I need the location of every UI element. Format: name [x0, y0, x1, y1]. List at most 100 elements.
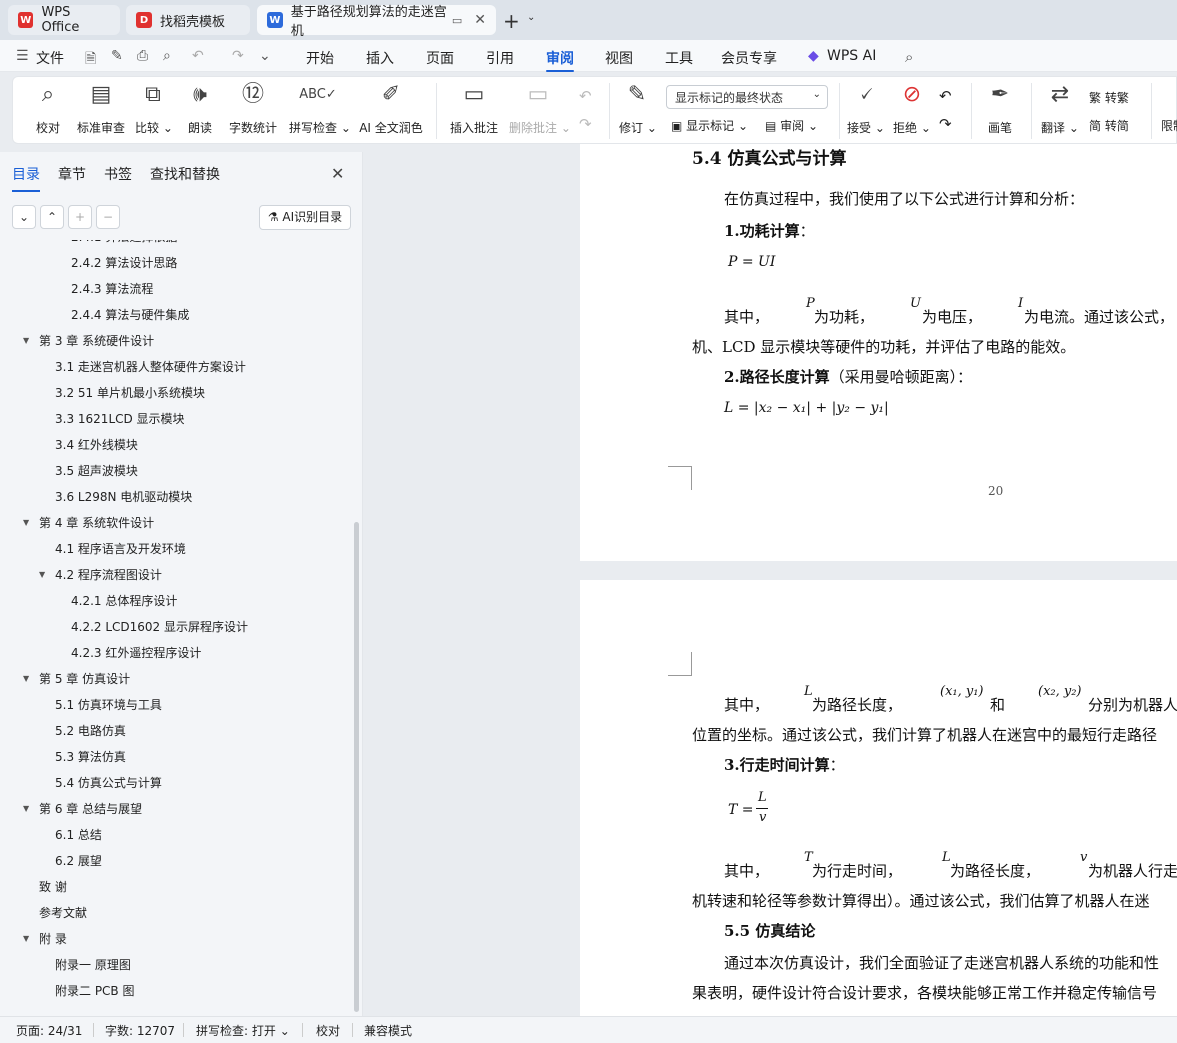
tab-toc[interactable]: 目录 [12, 164, 40, 192]
toc-item[interactable]: ▼ 附 录 [23, 926, 67, 952]
toc-item[interactable]: 附录一 原理图 [55, 952, 131, 978]
ai-polish-button[interactable]: ✐ AI 全文润色 [359, 79, 423, 136]
toc-item[interactable]: 3.5 超声波模块 [55, 458, 138, 484]
toc-item[interactable]: ▼ 第 4 章 系统软件设计 [23, 510, 154, 536]
to-traditional-button[interactable]: 繁 转繁 [1089, 89, 1129, 106]
show-markup-button[interactable]: ▣ 显示标记 ⌄ [671, 117, 748, 134]
toc-item[interactable]: 2.4.4 算法与硬件集成 [71, 302, 189, 328]
toc-item[interactable]: ▼ 第 3 章 系统硬件设计 [23, 328, 154, 354]
toc-item[interactable]: 3.2 51 单片机最小系统模块 [55, 380, 205, 406]
toc-item[interactable]: 3.4 红外线模块 [55, 432, 138, 458]
menu-file[interactable]: 文件 [36, 48, 64, 68]
print-icon[interactable]: ⎙ [137, 48, 148, 64]
prev-change-icon[interactable]: ↶ [939, 87, 952, 105]
compare-button[interactable]: ⧉ 比较 ⌄ [135, 79, 173, 136]
next-comment-icon[interactable]: ↷ [579, 115, 592, 133]
print-preview-icon[interactable]: ⌕ [163, 48, 171, 64]
menu-insert[interactable]: 插入 [366, 48, 394, 68]
chevron-down-icon[interactable]: ⌄ [527, 12, 535, 23]
toc-item[interactable]: 5.3 算法仿真 [55, 744, 126, 770]
expand-triangle-icon[interactable]: ▼ [23, 328, 29, 354]
tab-bookmarks[interactable]: 书签 [104, 164, 132, 184]
remove-heading-button[interactable]: − [96, 205, 120, 229]
pen-button[interactable]: ✒ 画笔 [983, 79, 1017, 136]
chevron-down-icon[interactable]: ⌄ [259, 48, 271, 64]
collapse-all-button[interactable]: ⌃ [40, 205, 64, 229]
undo-icon[interactable]: ↶ [192, 48, 204, 64]
toc-item[interactable]: 3.6 L298N 电机驱动模块 [55, 484, 192, 510]
expand-triangle-icon[interactable]: ▼ [39, 562, 45, 588]
toc-item[interactable]: 2.4.3 算法流程 [71, 276, 153, 302]
spell-check-button[interactable]: ABC✓ 拼写检查 ⌄ [289, 79, 351, 136]
expand-triangle-icon[interactable]: ▼ [23, 796, 29, 822]
expand-triangle-icon[interactable]: ▼ [23, 926, 29, 952]
translate-button[interactable]: ⇄ 翻译 ⌄ [1041, 79, 1079, 136]
standard-review-button[interactable]: ▤ 标准审查 [75, 79, 127, 136]
toc-item[interactable]: 2.4.2 算法设计思路 [71, 250, 177, 276]
redo-icon[interactable]: ↷ [232, 48, 244, 64]
restrict-editing-button[interactable]: 限制 [1161, 117, 1177, 134]
toc-item[interactable]: 4.2.3 红外遥控程序设计 [71, 640, 201, 666]
add-heading-button[interactable]: + [68, 205, 92, 229]
toc-item[interactable]: 6.2 展望 [55, 848, 102, 874]
close-tab-icon[interactable]: ✕ [474, 12, 486, 28]
tab-find-replace[interactable]: 查找和替换 [150, 164, 220, 184]
proofread-button[interactable]: ⌕ 校对 [33, 79, 63, 136]
menu-references[interactable]: 引用 [486, 48, 514, 68]
track-changes-button[interactable]: ✎ 修订 ⌄ [619, 79, 657, 136]
expand-triangle-icon[interactable]: ▼ [23, 510, 29, 536]
scrollbar[interactable] [354, 522, 359, 1012]
tab-docer-templates[interactable]: D 找稻壳模板 [126, 5, 250, 35]
tab-sections[interactable]: 章节 [58, 164, 86, 184]
toc-item[interactable]: 2.4.1 算法选择依据 [71, 240, 177, 250]
accept-button[interactable]: 🗸 接受 ⌄ [847, 79, 885, 136]
close-icon[interactable]: ✕ [331, 164, 344, 183]
menu-view[interactable]: 视图 [605, 48, 633, 68]
reject-button[interactable]: ⊘ 拒绝 ⌄ [893, 79, 931, 136]
expand-all-button[interactable]: ⌄ [12, 205, 36, 229]
toc-item[interactable]: 4.2.2 LCD1602 显示屏程序设计 [71, 614, 248, 640]
expand-triangle-icon[interactable]: ▼ [23, 666, 29, 692]
toc-item[interactable]: 6.1 总结 [55, 822, 102, 848]
menu-review[interactable]: 审阅 [546, 48, 574, 72]
toc-item[interactable]: ▼ 第 6 章 总结与展望 [23, 796, 142, 822]
insert-comment-button[interactable]: ▭ 插入批注 [449, 79, 499, 136]
to-simplified-button[interactable]: 简 转简 [1089, 117, 1129, 134]
prev-comment-icon[interactable]: ↶ [579, 87, 592, 105]
word-count-indicator[interactable]: 字数: 12707 [105, 1022, 175, 1039]
hamburger-icon[interactable]: ☰ [16, 48, 29, 64]
toc-item[interactable]: 附录二 PCB 图 [55, 978, 134, 1004]
proofread-indicator[interactable]: 校对 [316, 1022, 340, 1039]
toc-item[interactable]: ▼ 第 5 章 仿真设计 [23, 666, 130, 692]
page-indicator[interactable]: 页面: 24/31 [16, 1022, 82, 1039]
delete-comment-button[interactable]: ▭ 删除批注 ⌄ [509, 79, 571, 136]
menu-page[interactable]: 页面 [426, 48, 454, 68]
toc-item[interactable]: ▼ 4.2 程序流程图设计 [39, 562, 162, 588]
toc-item[interactable]: 3.1 走迷宫机器人整体硬件方案设计 [55, 354, 246, 380]
toc-item[interactable]: 参考文献 [39, 900, 87, 926]
save-icon[interactable]: 🗎 [85, 48, 96, 72]
menu-home[interactable]: 开始 [306, 48, 334, 68]
new-tab-icon[interactable]: + [503, 9, 520, 33]
tab-document[interactable]: W 基于路径规划算法的走迷宫机 ▭ ✕ [257, 5, 496, 39]
menu-member[interactable]: 会员专享 [721, 48, 777, 68]
toc-item[interactable]: 5.1 仿真环境与工具 [55, 692, 162, 718]
search-icon[interactable]: ⌕ [905, 48, 913, 66]
word-count-button[interactable]: ⑫ 字数统计 [227, 79, 279, 136]
toc-item[interactable]: 5.4 仿真公式与计算 [55, 770, 162, 796]
ai-toc-button[interactable]: ⚗ AI识别目录 [259, 205, 351, 230]
review-pane-button[interactable]: ▤ 审阅 ⌄ [765, 117, 818, 134]
toc-item[interactable]: 4.1 程序语言及开发环境 [55, 536, 186, 562]
read-aloud-button[interactable]: 🕪 朗读 [185, 79, 215, 136]
tab-wps-office[interactable]: W WPS Office [8, 5, 120, 35]
menu-tools[interactable]: 工具 [665, 48, 693, 68]
toc-item[interactable]: 5.2 电路仿真 [55, 718, 126, 744]
spell-check-indicator[interactable]: 拼写检查: 打开 ⌄ [196, 1022, 290, 1039]
toc-item[interactable]: 致 谢 [39, 874, 67, 900]
format-painter-icon[interactable]: ✎ [111, 48, 123, 64]
menu-wps-ai[interactable]: WPS AI [827, 48, 876, 64]
markup-display-select[interactable]: 显示标记的最终状态 ⌄ [666, 85, 828, 109]
toc-item[interactable]: 3.3 1621LCD 显示模块 [55, 406, 185, 432]
toc-item[interactable]: 4.2.1 总体程序设计 [71, 588, 177, 614]
next-change-icon[interactable]: ↷ [939, 115, 952, 133]
